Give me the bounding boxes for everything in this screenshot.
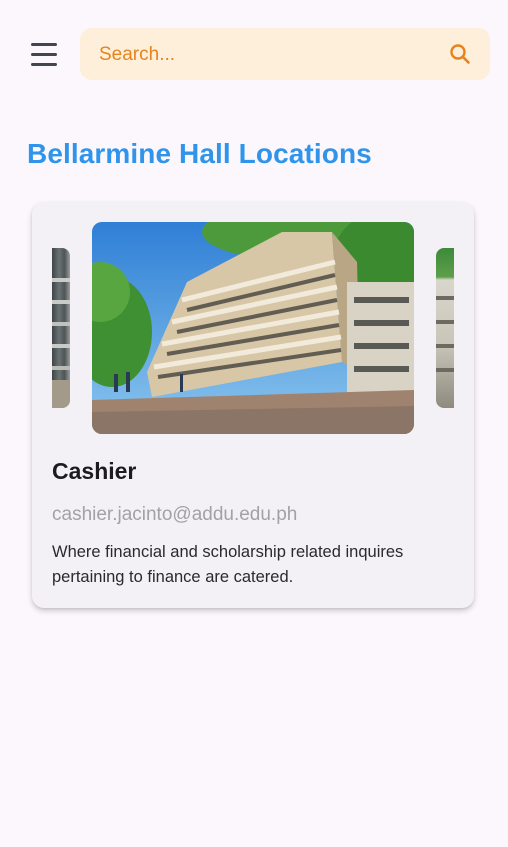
image-carousel[interactable] — [32, 222, 474, 434]
location-card[interactable]: Cashier cashier.jacinto@addu.edu.ph Wher… — [32, 202, 474, 608]
menu-line — [31, 53, 57, 56]
app-bar — [0, 0, 508, 110]
menu-line — [31, 63, 57, 66]
menu-line — [31, 43, 57, 46]
hamburger-menu-icon[interactable] — [28, 40, 60, 70]
carousel-slide-previous[interactable] — [52, 248, 70, 408]
search-input[interactable] — [80, 28, 451, 82]
page-title: Bellarmine Hall Locations — [27, 138, 372, 169]
location-email: cashier.jacinto@addu.edu.ph — [52, 504, 298, 525]
carousel-slide-current[interactable] — [92, 222, 414, 434]
search-icon[interactable] — [448, 42, 472, 66]
search-bar — [80, 28, 490, 82]
building-photo — [92, 222, 414, 434]
carousel-slide-next[interactable] — [436, 248, 454, 408]
location-name: Cashier — [52, 458, 137, 484]
location-description: Where financial and scholarship related … — [52, 543, 404, 586]
